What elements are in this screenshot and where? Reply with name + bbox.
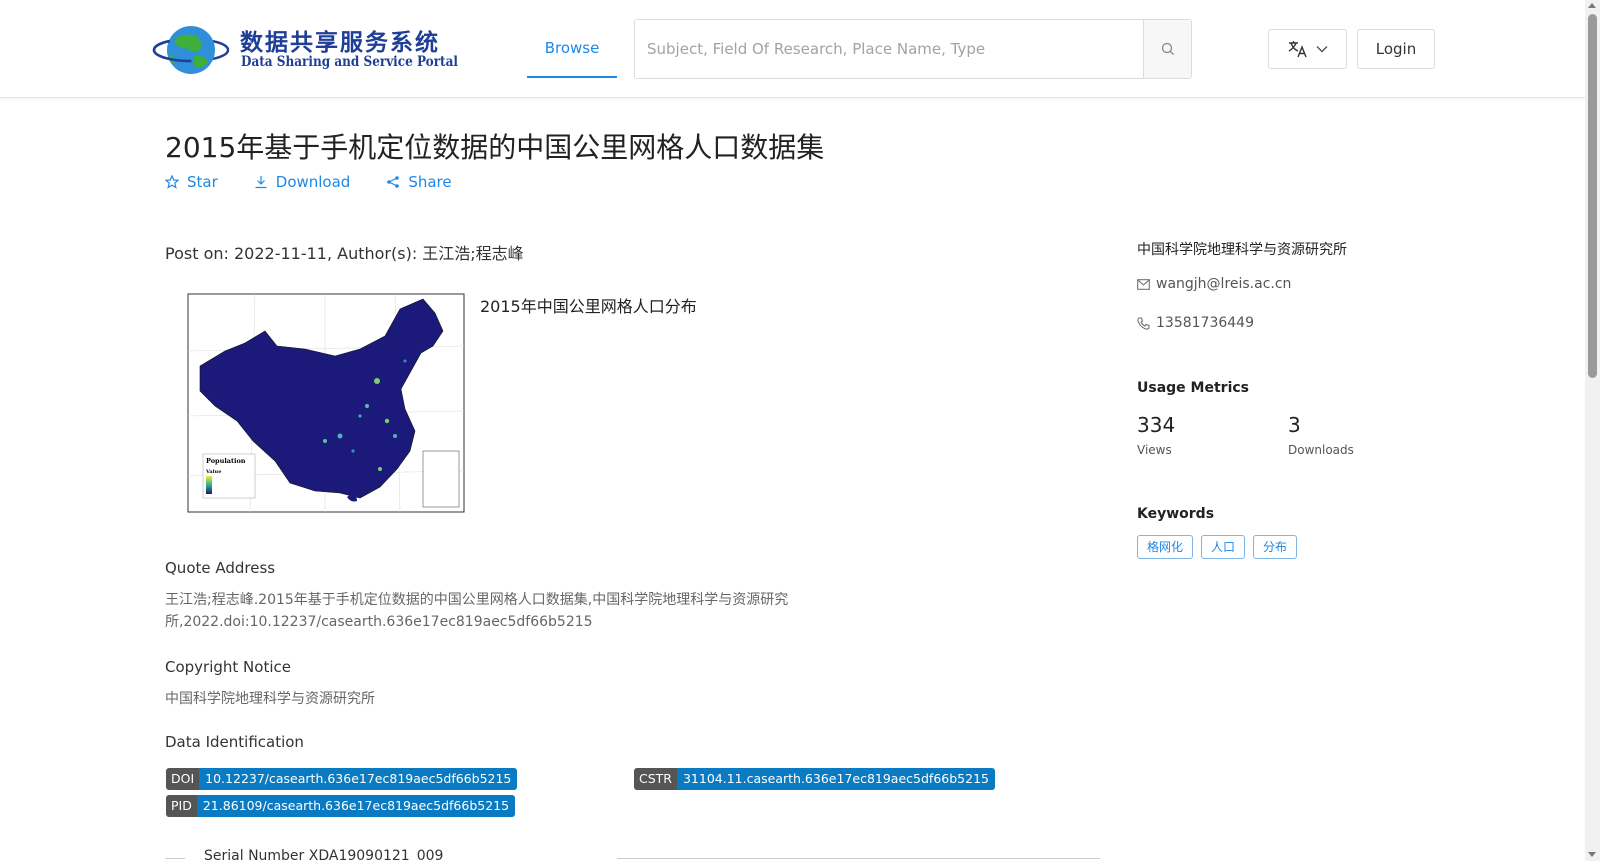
organization-name: 中国科学院地理科学与资源研究所 (1137, 242, 1347, 258)
star-icon (165, 175, 179, 189)
doi-badge-value: 10.12237/casearth.636e17ec819aec5df66b52… (199, 768, 518, 790)
share-icon (387, 176, 400, 188)
doi-badge-key: DOI (166, 768, 200, 790)
nav-browse-tab[interactable]: Browse (527, 20, 617, 78)
keyword-tag[interactable]: 人口 (1201, 535, 1246, 559)
scroll-thumb[interactable] (1588, 14, 1597, 378)
copyright-heading: Copyright Notice (165, 658, 291, 676)
serial-number: Serial Number XDA19090121_009 (204, 848, 444, 861)
logo-title-en: Data Sharing and Service Portal (241, 54, 458, 70)
quote-text: 王江浩;程志峰.2015年基于手机定位数据的中国公里网格人口数据集,中国科学院地… (165, 592, 789, 630)
star-button[interactable]: Star (165, 173, 218, 191)
thumbnail-caption: 2015年中国公里网格人口分布 (480, 297, 697, 316)
cstr-badge-key: CSTR (634, 768, 677, 790)
keyword-tag[interactable]: 分布 (1253, 535, 1298, 559)
download-label: Download (275, 173, 351, 191)
keyword-tag[interactable]: 格网化 (1137, 535, 1194, 559)
views-label: Views (1137, 443, 1172, 457)
views-count: 334 (1137, 413, 1176, 437)
scroll-down-arrow-icon[interactable] (1588, 852, 1596, 857)
contact-email[interactable]: wangjh@lreis.ac.cn (1137, 276, 1291, 292)
search-icon (1161, 42, 1174, 55)
translate-icon (1288, 41, 1307, 58)
share-label: Share (408, 173, 452, 191)
dataset-thumbnail-map[interactable]: Population Value (165, 291, 465, 523)
site-logo[interactable]: 数据共享服务系统 Data Sharing and Service Portal (152, 18, 458, 80)
share-button[interactable]: Share (386, 173, 452, 191)
downloads-count: 3 (1288, 413, 1301, 437)
top-header: 数据共享服务系统 Data Sharing and Service Portal… (0, 0, 1585, 98)
search-input[interactable] (635, 20, 1143, 78)
post-info: Post on: 2022-11-11, Author(s): 王江浩;程志峰 (165, 244, 524, 263)
dataset-actions: Star Download Share (165, 173, 452, 191)
downloads-metric: 3 Downloads (1288, 413, 1354, 457)
contact-phone-text: 13581736449 (1156, 315, 1254, 331)
doi-badge[interactable]: DOI 10.12237/casearth.636e17ec819aec5df6… (166, 768, 518, 790)
search-box (634, 19, 1192, 79)
map-legend-value-label: Value (205, 469, 221, 475)
globe-logo-icon (152, 26, 230, 74)
copyright-text: 中国科学院地理科学与资源研究所 (165, 691, 375, 707)
mail-icon (1137, 278, 1150, 290)
logo-title-cn: 数据共享服务系统 (240, 29, 440, 56)
download-icon (255, 176, 267, 189)
phone-icon (1137, 317, 1150, 330)
contact-phone[interactable]: 13581736449 (1137, 315, 1254, 331)
language-switch-button[interactable] (1268, 29, 1347, 69)
quote-heading: Quote Address (165, 559, 276, 577)
divider (165, 858, 185, 859)
search-button[interactable] (1143, 20, 1191, 78)
keyword-tags: 格网化 人口 分布 (1137, 535, 1298, 559)
views-metric: 334 Views (1137, 413, 1175, 457)
usage-metrics-heading: Usage Metrics (1137, 380, 1249, 396)
keywords-heading: Keywords (1137, 506, 1215, 522)
serial-number-row: Serial Number XDA19090121_009 (165, 848, 1100, 861)
scroll-up-arrow-icon[interactable] (1588, 3, 1596, 8)
page-scrollbar[interactable] (1585, 0, 1600, 861)
contact-email-text: wangjh@lreis.ac.cn (1156, 276, 1292, 292)
identification-heading: Data Identification (165, 733, 304, 751)
dataset-title: 2015年基于手机定位数据的中国公里网格人口数据集 (165, 131, 825, 164)
pid-badge-value: 21.86109/casearth.636e17ec819aec5df66b52… (196, 795, 516, 817)
divider (617, 858, 1100, 859)
map-legend-title: Population (206, 457, 246, 465)
pid-badge[interactable]: PID 21.86109/casearth.636e17ec819aec5df6… (166, 795, 516, 817)
cstr-badge-value: 31104.11.casearth.636e17ec819aec5df66b52… (676, 768, 995, 790)
download-button[interactable]: Download (254, 173, 351, 191)
login-button[interactable]: Login (1357, 29, 1435, 69)
cstr-badge[interactable]: CSTR 31104.11.casearth.636e17ec819aec5df… (634, 768, 995, 790)
star-label: Star (187, 173, 218, 191)
pid-badge-key: PID (166, 795, 197, 817)
chevron-down-icon (1316, 46, 1327, 53)
downloads-label: Downloads (1288, 443, 1354, 457)
